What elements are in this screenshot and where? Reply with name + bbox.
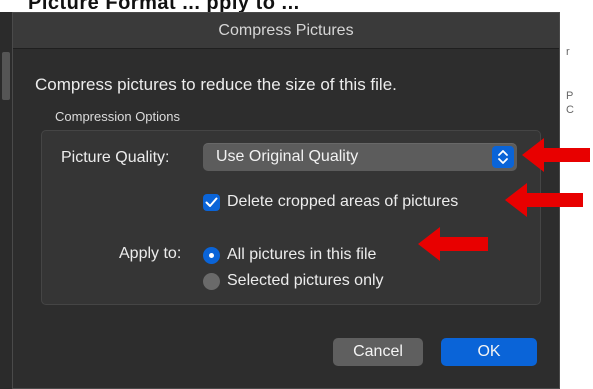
background-hint-1: P [566,90,574,102]
compress-pictures-dialog: Compress Pictures Compress pictures to r… [12,12,560,389]
picture-quality-label: Picture Quality: [61,149,170,166]
background-app-toolbar: Picture Format ... pply to ... [0,0,593,12]
apply-all-label[interactable]: All pictures in this file [227,246,376,264]
delete-cropped-label[interactable]: Delete cropped areas of pictures [227,193,458,211]
background-scroll-handle [2,52,10,100]
compression-options-heading: Compression Options [55,109,180,124]
dialog-intro-text: Compress pictures to reduce the size of … [35,75,397,94]
background-left-panel [0,12,12,389]
background-right-panel: P C r [560,12,593,389]
apply-selected-label[interactable]: Selected pictures only [227,272,384,290]
apply-all-radio[interactable] [203,246,220,264]
select-stepper-icon [492,146,514,168]
delete-cropped-checkbox[interactable] [203,193,220,211]
ok-button[interactable]: OK [441,338,537,366]
apply-selected-row[interactable]: Selected pictures only [203,270,384,292]
dialog-title: Compress Pictures [218,21,354,39]
apply-to-label: Apply to: [119,245,182,262]
picture-quality-select[interactable]: Use Original Quality [203,143,517,171]
apply-selected-radio[interactable] [203,272,220,290]
delete-cropped-row[interactable]: Delete cropped areas of pictures [203,191,458,213]
background-app-title: Picture Format ... pply to ... [28,0,300,12]
cancel-button[interactable]: Cancel [333,338,423,366]
picture-quality-value: Use Original Quality [216,148,359,165]
apply-all-row[interactable]: All pictures in this file [203,244,376,266]
checkmark-icon [205,197,218,207]
background-hint-2: C [566,104,574,116]
dialog-title-bar: Compress Pictures [13,13,559,49]
background-hint-3: r [566,46,570,58]
